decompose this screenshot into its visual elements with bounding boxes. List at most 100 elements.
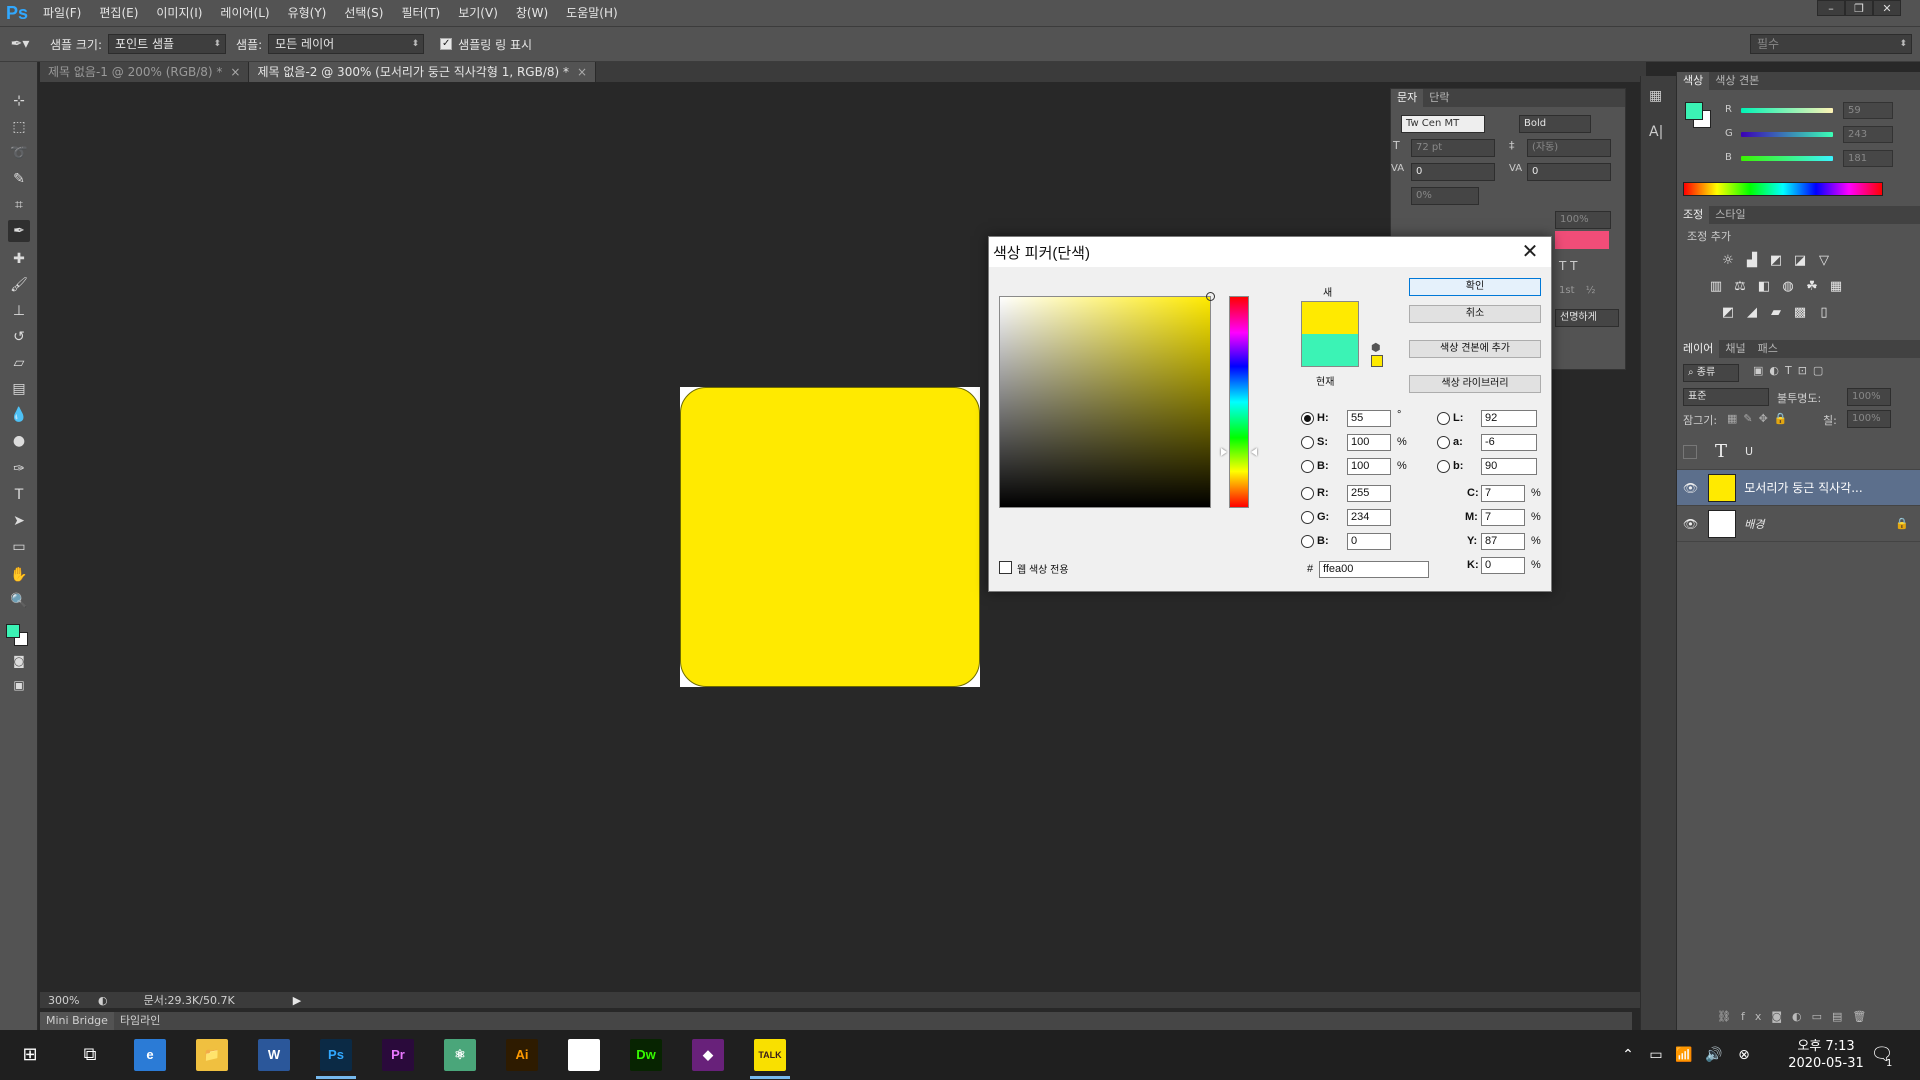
marquee-tool-icon[interactable]: ⬚ <box>8 116 30 138</box>
font-style-select[interactable]: Bold <box>1519 115 1591 133</box>
lasso-tool-icon[interactable]: ➰ <box>8 142 30 164</box>
tab-color[interactable]: 색상 <box>1677 72 1710 90</box>
current-color-swatch[interactable] <box>1302 334 1358 366</box>
add-to-swatches-button[interactable]: 색상 견본에 추가 <box>1409 340 1541 358</box>
l-radio[interactable] <box>1437 412 1450 425</box>
tracking-field[interactable]: 0 <box>1527 163 1611 181</box>
layer-filter-select[interactable]: ⌕ 종류 <box>1683 364 1739 382</box>
s-input[interactable]: 100 <box>1347 434 1391 451</box>
text-color-swatch[interactable] <box>1555 231 1609 249</box>
hue-saturation-icon[interactable]: ▥ <box>1707 278 1725 296</box>
menu-edit[interactable]: 편집(E) <box>90 0 147 26</box>
layer-name[interactable]: 배경 <box>1744 516 1764 532</box>
r-value[interactable]: 59 <box>1843 102 1893 119</box>
task-view-icon[interactable]: ⧉ <box>70 1035 110 1075</box>
tab-document-1[interactable]: 제목 없음-1 @ 200% (RGB/8) * × <box>40 62 250 82</box>
tab-paths[interactable]: 패스 <box>1752 340 1784 358</box>
menu-type[interactable]: 유형(Y) <box>279 0 336 26</box>
leading-field[interactable]: (자동) <box>1527 139 1611 157</box>
status-menu-arrow-icon[interactable]: ▶ <box>293 994 301 1007</box>
character-panel-icon[interactable]: A| <box>1649 124 1663 140</box>
tab-timeline[interactable]: 타임라인 <box>114 1012 166 1030</box>
b-slider[interactable] <box>1741 156 1833 161</box>
move-tool-icon[interactable]: ⊹ <box>8 90 30 112</box>
eraser-tool-icon[interactable]: ▱ <box>8 352 30 374</box>
curves-icon[interactable]: ◩ <box>1767 252 1785 270</box>
selective-color-icon[interactable]: ▯ <box>1815 304 1833 322</box>
screen-mode-icon[interactable]: ▣ <box>8 674 30 696</box>
tab-adjustments[interactable]: 조정 <box>1677 206 1710 224</box>
close-window-button[interactable]: ✕ <box>1873 0 1901 16</box>
layer-filter-icons[interactable]: ▣◐T⊡▢ <box>1753 364 1829 377</box>
color-libraries-button[interactable]: 색상 라이브러리 <box>1409 375 1541 393</box>
layer-row-rounded-rect[interactable]: 👁 모서리가 둥근 직사각... <box>1677 470 1920 506</box>
taskbar-app-kakaotalk[interactable]: TALK <box>754 1039 786 1071</box>
path-select-tool-icon[interactable]: ➤ <box>8 510 30 532</box>
pen-tool-icon[interactable]: ✑ <box>8 458 30 480</box>
a-radio[interactable] <box>1437 436 1450 449</box>
rounded-rectangle-shape[interactable] <box>680 387 980 687</box>
color-lookup-icon[interactable]: ▦ <box>1827 278 1845 296</box>
quick-select-tool-icon[interactable]: ✎ <box>8 168 30 190</box>
b-value[interactable]: 181 <box>1843 150 1893 167</box>
taskbar-app-atom[interactable]: ⚛ <box>444 1039 476 1071</box>
r-input[interactable]: 255 <box>1347 485 1391 502</box>
underline-icon[interactable]: T T <box>1559 259 1577 273</box>
kerning-field[interactable]: 0 <box>1411 163 1495 181</box>
l-input[interactable]: 92 <box>1481 410 1537 427</box>
windows-start-icon[interactable]: ⊞ <box>10 1035 50 1075</box>
tab-mini-bridge[interactable]: Mini Bridge <box>40 1012 114 1030</box>
menu-file[interactable]: 파일(F) <box>34 0 90 26</box>
horizontal-scale-field[interactable]: 100% <box>1555 211 1611 229</box>
blend-mode-select[interactable]: 표준 <box>1683 388 1769 406</box>
font-family-select[interactable]: Tw Cen MT <box>1401 115 1485 133</box>
zoom-tool-icon[interactable]: 🔍 <box>8 590 30 612</box>
font-size-field[interactable]: 72 pt <box>1411 139 1495 157</box>
gamut-color-swatch[interactable] <box>1371 355 1383 367</box>
a-input[interactable]: -6 <box>1481 434 1537 451</box>
lab-b-radio[interactable] <box>1437 460 1450 473</box>
s-radio[interactable] <box>1301 436 1314 449</box>
shape-tool-icon[interactable]: ▭ <box>8 536 30 558</box>
exposure-icon[interactable]: ◪ <box>1791 252 1809 270</box>
blue-radio[interactable] <box>1301 535 1314 548</box>
h-input[interactable]: 55 <box>1347 410 1391 427</box>
menu-filter[interactable]: 필터(T) <box>392 0 449 26</box>
tab-styles[interactable]: 스타일 <box>1709 206 1751 224</box>
brightness-icon[interactable]: ☼ <box>1719 252 1737 270</box>
taskbar-app-photoshop[interactable]: Ps <box>320 1039 352 1071</box>
fraction-label[interactable]: ½ <box>1586 285 1596 296</box>
k-input[interactable]: 0 <box>1481 557 1525 574</box>
crop-tool-icon[interactable]: ⌗ <box>8 194 30 216</box>
r-radio[interactable] <box>1301 487 1314 500</box>
sample-size-select[interactable]: 포인트 샘플 <box>108 34 227 54</box>
taskbar-app-visual-studio[interactable]: ◆ <box>692 1039 724 1071</box>
healing-brush-tool-icon[interactable]: ✚ <box>8 248 30 270</box>
color-balance-icon[interactable]: ⚖ <box>1731 278 1749 296</box>
color-cursor[interactable] <box>1206 292 1215 301</box>
invert-icon[interactable]: ◩ <box>1719 304 1737 322</box>
blur-tool-icon[interactable]: 💧 <box>8 404 30 426</box>
close-tab-icon[interactable]: × <box>577 65 587 79</box>
menu-layer[interactable]: 레이어(L) <box>211 0 278 26</box>
ime-off-icon[interactable]: ⊗ <box>1724 1035 1764 1075</box>
gradient-map-icon[interactable]: ▩ <box>1791 304 1809 322</box>
web-colors-only-checkbox[interactable] <box>999 561 1012 574</box>
taskbar-app-word[interactable]: W <box>258 1039 290 1071</box>
m-input[interactable]: 7 <box>1481 509 1525 526</box>
taskbar-app-explorer[interactable]: 📁 <box>196 1039 228 1071</box>
layer-row-background[interactable]: 👁 배경 🔒 <box>1677 506 1920 542</box>
minimize-button[interactable]: – <box>1817 0 1845 16</box>
out-of-gamut-icon[interactable]: ⬢ <box>1371 341 1381 354</box>
opacity-field[interactable]: 100% <box>1847 388 1891 406</box>
g-slider[interactable] <box>1741 132 1833 137</box>
lab-b-input[interactable]: 90 <box>1481 458 1537 475</box>
taskbar-app-illustrator[interactable]: Ai <box>506 1039 538 1071</box>
levels-icon[interactable]: ▟ <box>1743 252 1761 270</box>
menu-help[interactable]: 도움말(H) <box>557 0 627 26</box>
g-radio[interactable] <box>1301 511 1314 524</box>
menu-image[interactable]: 이미지(I) <box>147 0 211 26</box>
r-slider[interactable] <box>1741 108 1833 113</box>
brightness-input[interactable]: 100 <box>1347 458 1391 475</box>
workspace-select[interactable]: 필수 <box>1750 34 1912 54</box>
